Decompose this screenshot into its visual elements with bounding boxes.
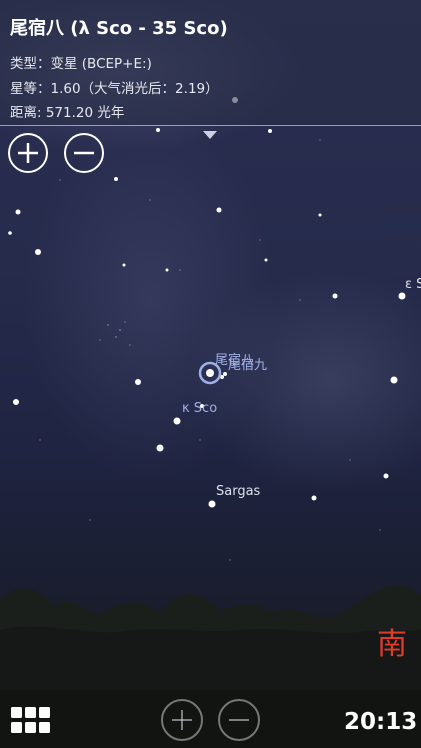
- star-label-secondary[interactable]: 尾宿九: [228, 354, 267, 373]
- grid-menu-icon[interactable]: [11, 707, 53, 735]
- star[interactable]: [15, 209, 21, 215]
- star[interactable]: [311, 495, 317, 501]
- star[interactable]: [165, 268, 169, 272]
- star[interactable]: [13, 399, 19, 405]
- plus-icon: [172, 710, 192, 730]
- star[interactable]: [35, 249, 41, 255]
- star[interactable]: [114, 177, 118, 181]
- star[interactable]: [173, 417, 181, 425]
- star[interactable]: [398, 292, 406, 300]
- minus-icon: [229, 719, 249, 721]
- star-label-epsilon[interactable]: ε S: [405, 277, 421, 292]
- star[interactable]: [208, 500, 216, 508]
- star[interactable]: [135, 379, 141, 385]
- object-distance: 距离: 571.20 光年: [10, 105, 125, 121]
- star[interactable]: [390, 376, 398, 384]
- clock-time: 20:13: [344, 709, 418, 735]
- object-type: 类型：变星 (BCEP+E:): [10, 56, 152, 72]
- star[interactable]: [223, 372, 227, 376]
- object-magnitude: 星等：1.60（大气消光后：2.19）: [10, 81, 219, 97]
- star[interactable]: [332, 293, 338, 299]
- star[interactable]: [264, 258, 268, 262]
- star-label-sargas[interactable]: Sargas: [216, 484, 260, 499]
- star[interactable]: [8, 231, 12, 235]
- star[interactable]: [156, 444, 164, 452]
- minus-icon: [74, 151, 94, 155]
- zoom-out-button[interactable]: [64, 133, 104, 173]
- star[interactable]: [383, 473, 389, 479]
- bottom-zoom-in-button[interactable]: [161, 699, 203, 741]
- bottom-zoom-out-button[interactable]: [218, 699, 260, 741]
- object-info-panel: 尾宿八 (λ Sco - 35 Sco) 类型：变星 (BCEP+E:) 星等：…: [0, 0, 421, 126]
- star[interactable]: [216, 207, 222, 213]
- object-title: 尾宿八 (λ Sco - 35 Sco): [10, 18, 228, 39]
- zoom-in-button[interactable]: [8, 133, 48, 173]
- triangle-down-icon[interactable]: [203, 131, 217, 139]
- star-label-kappa[interactable]: κ Sco: [182, 401, 217, 416]
- star[interactable]: [318, 213, 322, 217]
- star[interactable]: [268, 129, 272, 133]
- star[interactable]: [156, 128, 160, 132]
- compass-direction: 南: [377, 627, 407, 662]
- plus-icon: [18, 143, 38, 163]
- star[interactable]: [122, 263, 126, 267]
